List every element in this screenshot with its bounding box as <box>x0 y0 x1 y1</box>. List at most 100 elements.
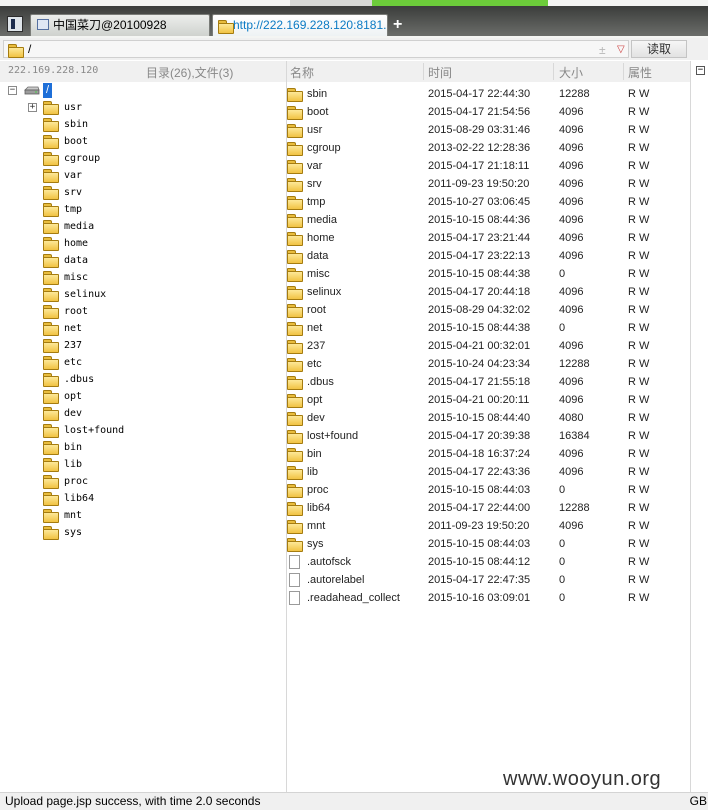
sidebar-toggle-icon[interactable] <box>7 16 23 32</box>
column-divider[interactable] <box>553 63 554 80</box>
file-row[interactable]: data 2015-04-17 23:22:13 4096 R W <box>287 247 690 265</box>
file-row[interactable]: mnt 2011-09-23 19:50:20 4096 R W <box>287 517 690 535</box>
file-attr: R W <box>628 304 650 316</box>
file-attr: R W <box>628 376 650 388</box>
file-time: 2015-10-15 08:44:38 <box>428 268 531 280</box>
tree-item[interactable]: net <box>0 320 286 337</box>
file-row[interactable]: .autorelabel 2015-04-17 22:47:35 0 R W <box>287 571 690 589</box>
file-row[interactable]: lib64 2015-04-17 22:44:00 12288 R W <box>287 499 690 517</box>
file-row[interactable]: .autofsck 2015-10-15 08:44:12 0 R W <box>287 553 690 571</box>
tree-item[interactable]: sbin <box>0 116 286 133</box>
tree-item[interactable]: dev <box>0 405 286 422</box>
tree-root[interactable]: − / <box>0 82 286 99</box>
path-input[interactable]: / ± ▽ <box>3 40 629 58</box>
file-name: lost+found <box>307 430 359 442</box>
file-row[interactable]: home 2015-04-17 23:21:44 4096 R W <box>287 229 690 247</box>
tree-item[interactable]: var <box>0 167 286 184</box>
tree-item[interactable]: proc <box>0 473 286 490</box>
tree-item[interactable]: root <box>0 303 286 320</box>
read-button[interactable]: 读取 <box>631 40 687 58</box>
encoding-indicator[interactable]: GB <box>690 793 707 810</box>
file-size: 12288 <box>559 502 590 514</box>
file-row[interactable]: sbin 2015-04-17 22:44:30 12288 R W <box>287 85 690 103</box>
tree-item[interactable]: .dbus <box>0 371 286 388</box>
file-size: 0 <box>559 556 566 568</box>
tab-shell-url[interactable]: http://222.169.228.120:8181... <box>212 14 388 36</box>
file-row[interactable]: dev 2015-10-15 08:44:40 4080 R W <box>287 409 690 427</box>
file-row[interactable]: sys 2015-10-15 08:44:03 0 R W <box>287 535 690 553</box>
column-header-time[interactable]: 时间 <box>428 64 452 81</box>
expand-icon[interactable]: + <box>28 103 37 112</box>
tree-item[interactable]: sys <box>0 524 286 541</box>
tree-item-label: bin <box>64 442 83 453</box>
file-row[interactable]: bin 2015-04-18 16:37:24 4096 R W <box>287 445 690 463</box>
tree-item[interactable]: bin <box>0 439 286 456</box>
file-row[interactable]: net 2015-10-15 08:44:38 0 R W <box>287 319 690 337</box>
file-row[interactable]: usr 2015-08-29 03:31:46 4096 R W <box>287 121 690 139</box>
collapse-icon[interactable]: − <box>696 66 705 75</box>
file-name: sys <box>307 538 324 550</box>
tab-caidao[interactable]: 中国菜刀@20100928 <box>30 14 210 36</box>
file-name: usr <box>307 124 323 136</box>
tree-item[interactable]: misc <box>0 269 286 286</box>
file-name: net <box>307 322 323 334</box>
file-row[interactable]: proc 2015-10-15 08:44:03 0 R W <box>287 481 690 499</box>
tree-item[interactable]: tmp <box>0 201 286 218</box>
file-attr: R W <box>628 502 650 514</box>
tree-item[interactable]: srv <box>0 184 286 201</box>
tab-label: http://222.169.228.120:8181... <box>233 18 388 32</box>
file-row[interactable]: 237 2015-04-21 00:32:01 4096 R W <box>287 337 690 355</box>
file-row[interactable]: var 2015-04-17 21:18:11 4096 R W <box>287 157 690 175</box>
file-time: 2015-04-17 22:44:00 <box>428 502 531 514</box>
chevron-down-icon[interactable]: ▽ <box>617 44 625 56</box>
column-divider[interactable] <box>423 63 424 80</box>
folder-icon <box>287 412 303 426</box>
file-row[interactable]: misc 2015-10-15 08:44:38 0 R W <box>287 265 690 283</box>
file-row[interactable]: .dbus 2015-04-17 21:55:18 4096 R W <box>287 373 690 391</box>
file-row[interactable]: tmp 2015-10-27 03:06:45 4096 R W <box>287 193 690 211</box>
tree-item[interactable]: 237 <box>0 337 286 354</box>
tree-item[interactable]: opt <box>0 388 286 405</box>
file-row[interactable]: etc 2015-10-24 04:23:34 12288 R W <box>287 355 690 373</box>
file-row[interactable]: cgroup 2013-02-22 12:28:36 4096 R W <box>287 139 690 157</box>
tree-item[interactable]: lib64 <box>0 490 286 507</box>
column-header-size[interactable]: 大小 <box>559 64 583 81</box>
new-tab-button[interactable]: + <box>393 15 402 35</box>
file-name: bin <box>307 448 322 460</box>
column-header-attr[interactable]: 属性 <box>628 64 652 81</box>
file-attr: R W <box>628 358 650 370</box>
file-attr: R W <box>628 160 650 172</box>
column-header-name[interactable]: 名称 <box>290 64 314 81</box>
folder-icon <box>43 305 59 319</box>
tree-item[interactable]: selinux <box>0 286 286 303</box>
tree-item[interactable]: lost+found <box>0 422 286 439</box>
tree-item[interactable]: + usr <box>0 99 286 116</box>
file-size: 4096 <box>559 196 584 208</box>
tree-item[interactable]: data <box>0 252 286 269</box>
bookmark-icon[interactable]: ± <box>599 44 606 56</box>
file-row[interactable]: srv 2011-09-23 19:50:20 4096 R W <box>287 175 690 193</box>
tree-item[interactable]: lib <box>0 456 286 473</box>
file-row[interactable]: lost+found 2015-04-17 20:39:38 16384 R W <box>287 427 690 445</box>
file-row[interactable]: boot 2015-04-17 21:54:56 4096 R W <box>287 103 690 121</box>
file-row[interactable]: .readahead_collect 2015-10-16 03:09:01 0 R … <box>287 589 690 607</box>
folder-icon <box>43 424 59 438</box>
file-row[interactable]: lib 2015-04-17 22:43:36 4096 R W <box>287 463 690 481</box>
file-row[interactable]: opt 2015-04-21 00:20:11 4096 R W <box>287 391 690 409</box>
tree-item[interactable]: home <box>0 235 286 252</box>
collapse-icon[interactable]: − <box>8 86 17 95</box>
folder-icon <box>287 196 303 210</box>
file-size: 4096 <box>559 466 584 478</box>
file-row[interactable]: root 2015-08-29 04:32:02 4096 R W <box>287 301 690 319</box>
tree-item[interactable]: etc <box>0 354 286 371</box>
tree-item-label: usr <box>64 102 83 113</box>
tab-bar: 中国菜刀@20100928 http://222.169.228.120:818… <box>0 0 708 38</box>
tree-item[interactable]: media <box>0 218 286 235</box>
file-row[interactable]: selinux 2015-04-17 20:44:18 4096 R W <box>287 283 690 301</box>
file-row[interactable]: media 2015-10-15 08:44:36 4096 R W <box>287 211 690 229</box>
tree-item[interactable]: boot <box>0 133 286 150</box>
file-time: 2015-04-17 22:43:36 <box>428 466 531 478</box>
column-divider[interactable] <box>623 63 624 80</box>
tree-item[interactable]: cgroup <box>0 150 286 167</box>
tree-item[interactable]: mnt <box>0 507 286 524</box>
